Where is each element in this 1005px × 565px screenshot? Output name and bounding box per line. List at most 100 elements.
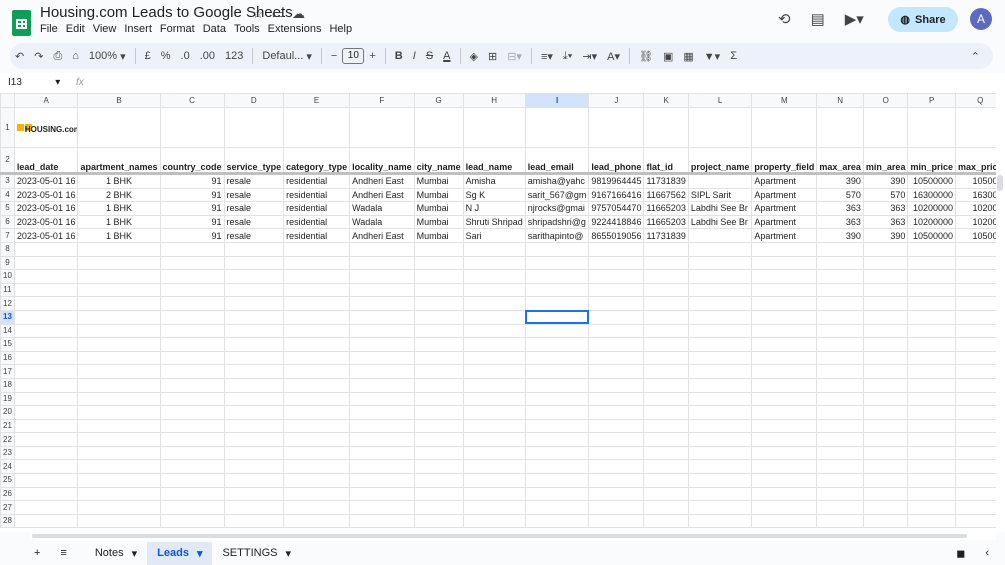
- cell[interactable]: [77, 364, 161, 379]
- cell[interactable]: [816, 459, 864, 475]
- cell[interactable]: [588, 473, 645, 488]
- cell[interactable]: [954, 486, 996, 502]
- cell[interactable]: [643, 323, 689, 339]
- cell[interactable]: [816, 241, 864, 257]
- menu-file[interactable]: File: [40, 23, 63, 35]
- cell[interactable]: [524, 418, 590, 434]
- cell[interactable]: Labdhi See Br: [687, 214, 753, 230]
- cell[interactable]: [751, 269, 818, 284]
- avatar[interactable]: A: [970, 8, 992, 30]
- cell[interactable]: [687, 500, 753, 515]
- cell[interactable]: [223, 309, 285, 325]
- meet-video-icon[interactable]: ▶▾: [845, 10, 864, 28]
- cell[interactable]: 11731839: [643, 228, 689, 243]
- cell[interactable]: [77, 405, 161, 420]
- cell[interactable]: Mumbai: [413, 187, 464, 203]
- cell[interactable]: [223, 391, 285, 407]
- cell[interactable]: 11665203: [643, 201, 689, 216]
- cell[interactable]: [159, 459, 225, 475]
- cell[interactable]: [13, 418, 79, 434]
- cell[interactable]: [907, 241, 956, 257]
- header-cell[interactable]: project_name: [687, 147, 753, 174]
- cell[interactable]: 102000: [954, 201, 996, 216]
- vertical-scrollbar[interactable]: [996, 93, 1005, 532]
- cell[interactable]: Labdhi See Br: [687, 201, 753, 216]
- cell[interactable]: [954, 337, 996, 352]
- sheets-logo-icon[interactable]: [12, 10, 31, 36]
- cell[interactable]: Andheri East: [349, 187, 415, 203]
- cell[interactable]: [462, 486, 526, 502]
- cell[interactable]: [77, 309, 161, 325]
- cell[interactable]: [643, 500, 689, 515]
- menu-tools[interactable]: Tools: [234, 23, 265, 35]
- cell[interactable]: [907, 107, 956, 148]
- cell[interactable]: [954, 269, 996, 284]
- cell[interactable]: [524, 405, 590, 420]
- cell[interactable]: [816, 107, 864, 148]
- cell[interactable]: [13, 500, 79, 515]
- cell[interactable]: [462, 309, 526, 325]
- cell[interactable]: resale: [223, 201, 285, 216]
- cell[interactable]: [643, 296, 689, 311]
- undo-icon[interactable]: ↶: [10, 50, 29, 63]
- cell[interactable]: [283, 282, 351, 298]
- cell[interactable]: [816, 309, 864, 325]
- cell[interactable]: [413, 350, 464, 366]
- cell[interactable]: 11665203: [643, 214, 689, 230]
- cell[interactable]: [643, 309, 689, 325]
- cell[interactable]: [907, 445, 956, 461]
- cell[interactable]: [862, 486, 909, 502]
- cell[interactable]: [862, 445, 909, 461]
- cell[interactable]: [862, 309, 909, 325]
- cell[interactable]: [413, 432, 464, 447]
- cell[interactable]: Apartment: [751, 187, 818, 203]
- cell[interactable]: resale: [223, 173, 285, 189]
- cell[interactable]: [283, 473, 351, 488]
- tab-leads[interactable]: Leads ▾: [147, 541, 213, 565]
- cell[interactable]: [159, 364, 225, 379]
- font-size-increase-button[interactable]: +: [364, 50, 380, 62]
- cell[interactable]: [907, 377, 956, 393]
- print-icon[interactable]: ⎙: [48, 50, 67, 63]
- cell[interactable]: 105000: [954, 228, 996, 243]
- cell[interactable]: shripadshri@g: [524, 214, 590, 230]
- cell[interactable]: [223, 432, 285, 447]
- cell[interactable]: [643, 337, 689, 352]
- cell[interactable]: [159, 269, 225, 284]
- cell[interactable]: [77, 500, 161, 515]
- cell[interactable]: [524, 350, 590, 366]
- cell[interactable]: [283, 418, 351, 434]
- share-button[interactable]: ◍ Share: [888, 7, 958, 32]
- header-cell[interactable]: service_type: [223, 147, 285, 174]
- menu-data[interactable]: Data: [203, 23, 231, 35]
- row-header[interactable]: 6: [0, 214, 15, 230]
- redo-icon[interactable]: ↷: [29, 50, 48, 63]
- cell[interactable]: [751, 405, 818, 420]
- cell[interactable]: [413, 282, 464, 298]
- borders-icon[interactable]: ⊞: [483, 50, 502, 63]
- header-cell[interactable]: lead_name: [462, 147, 526, 174]
- cell[interactable]: [588, 405, 645, 420]
- cell[interactable]: resale: [223, 214, 285, 230]
- cell[interactable]: residential: [283, 214, 351, 230]
- cell[interactable]: [643, 364, 689, 379]
- cell[interactable]: [462, 296, 526, 311]
- cell[interactable]: [862, 500, 909, 515]
- cell[interactable]: [954, 309, 996, 325]
- cell[interactable]: [643, 459, 689, 475]
- cell[interactable]: [159, 445, 225, 461]
- cell[interactable]: 390: [816, 228, 864, 243]
- cell[interactable]: [13, 459, 79, 475]
- cell[interactable]: [588, 364, 645, 379]
- cell[interactable]: [283, 107, 351, 148]
- cell[interactable]: [588, 377, 645, 393]
- header-cell[interactable]: max_area: [816, 147, 864, 174]
- cell[interactable]: [159, 377, 225, 393]
- cell[interactable]: [349, 309, 415, 325]
- cell[interactable]: [283, 364, 351, 379]
- cell[interactable]: [413, 241, 464, 257]
- row-header[interactable]: 21: [0, 418, 15, 434]
- cell[interactable]: Sari: [462, 228, 526, 243]
- star-icon[interactable]: ☆: [252, 6, 264, 22]
- cell[interactable]: [223, 473, 285, 488]
